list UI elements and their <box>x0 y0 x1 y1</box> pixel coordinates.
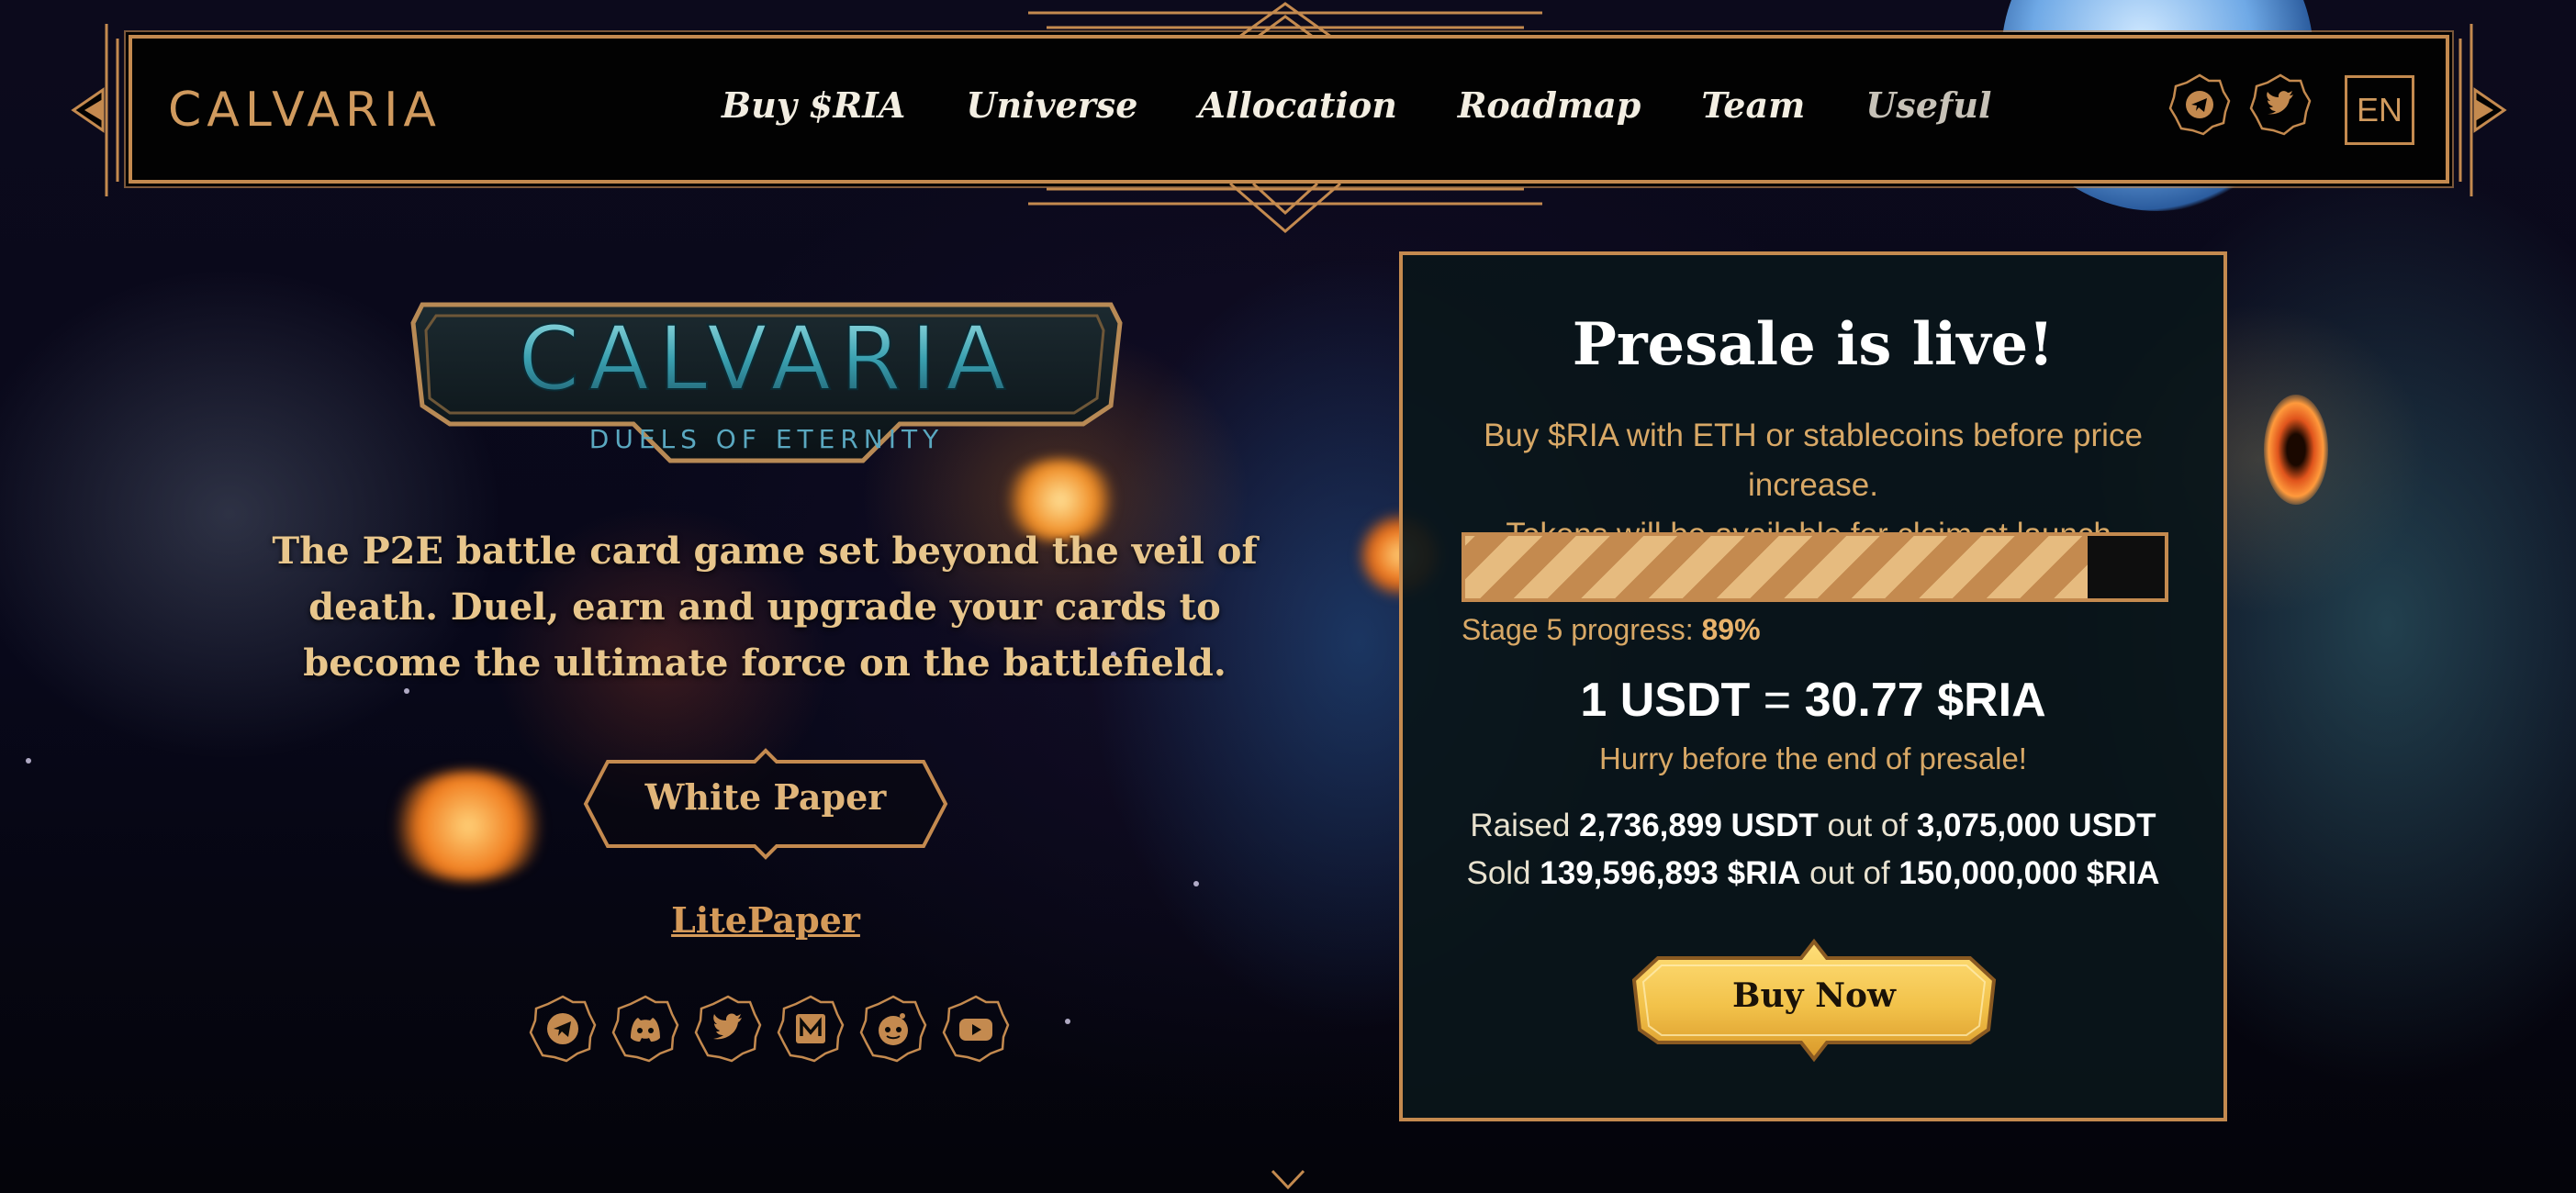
raised-value: 2,736,899 USDT <box>1579 808 1819 843</box>
exchange-rate: 1 USDT = 30.77 $RIA <box>1403 673 2223 728</box>
twitter-icon[interactable] <box>693 994 763 1064</box>
main-menu: Buy $RIA Universe Allocation Roadmap Tea… <box>722 84 2052 126</box>
nav-link-useful[interactable]: Useful <box>1865 84 1991 126</box>
game-logo-title: CALVARIA <box>518 307 1015 410</box>
nav-link-allocation[interactable]: Allocation <box>1198 84 1396 126</box>
spark-decoration <box>26 758 31 764</box>
game-logo-subtitle: DUELS OF ETERNITY <box>589 424 944 454</box>
raised-line: Raised 2,736,899 USDT out of 3,075,000 U… <box>1403 802 2223 850</box>
nav-ornament-bottom <box>1028 182 1542 233</box>
stage-progress: Stage 5 progress: 89% <box>1462 613 1761 647</box>
sold-out-of: out of <box>1809 855 1890 891</box>
nav-link-universe[interactable]: Universe <box>966 84 1137 126</box>
presale-progress-fill <box>1465 536 2089 598</box>
spark-decoration <box>1193 881 1199 886</box>
telegram-icon[interactable] <box>528 994 598 1064</box>
sold-total: 150,000,000 $RIA <box>1898 855 2160 891</box>
stage-progress-label: Stage 5 progress: <box>1462 613 1694 646</box>
dragon-eye-decoration <box>2264 395 2328 505</box>
sold-label: Sold <box>1466 855 1531 891</box>
spark-decoration <box>1065 1019 1070 1024</box>
telegram-icon[interactable] <box>2168 73 2231 136</box>
presale-title: Presale is live! <box>1572 310 2055 379</box>
language-selector[interactable]: EN <box>2345 75 2414 145</box>
nav-link-roadmap[interactable]: Roadmap <box>1458 84 1641 126</box>
presale-subtitle-line1: Buy $RIA with ETH or stablecoins before … <box>1484 418 2143 503</box>
rate-equals: = <box>1763 674 1792 727</box>
nav-link-team[interactable]: Team <box>1701 84 1805 126</box>
buy-now-button[interactable] <box>1630 934 1998 1065</box>
sold-value: 139,596,893 $RIA <box>1540 855 1801 891</box>
nav-ornament-right <box>2458 24 2507 196</box>
scroll-down-icon[interactable] <box>1269 1167 1307 1193</box>
presale-stats: Raised 2,736,899 USDT out of 3,075,000 U… <box>1403 802 2223 898</box>
raised-label: Raised <box>1470 808 1571 843</box>
game-logo: CALVARIA DUELS OF ETERNITY <box>410 302 1123 463</box>
nav-link-buy-ria[interactable]: Buy $RIA <box>722 84 905 126</box>
rate-right: 30.77 $RIA <box>1804 674 2046 727</box>
white-paper-button[interactable] <box>580 743 951 864</box>
hero-tagline: The P2E battle card game set beyond the … <box>272 530 1258 685</box>
discord-icon[interactable] <box>610 994 680 1064</box>
medium-icon[interactable] <box>776 994 846 1064</box>
nav-ornament-top <box>1028 2 1542 39</box>
reddit-icon[interactable] <box>858 994 928 1064</box>
twitter-icon[interactable] <box>2249 73 2312 136</box>
social-links <box>528 994 1011 1064</box>
nav-ornament-left <box>71 24 119 196</box>
litepaper-link[interactable]: LitePaper <box>643 899 889 941</box>
presale-card: Presale is live! Buy $RIA with ETH or st… <box>1399 251 2227 1121</box>
raised-total: 3,075,000 USDT <box>1916 808 2156 843</box>
stage-progress-value: 89% <box>1701 613 1761 646</box>
fire-decoration <box>386 771 551 881</box>
hurry-notice: Hurry before the end of presale! <box>1599 741 2027 775</box>
nav-logo[interactable]: CALVARIA <box>168 83 442 138</box>
presale-progress-bar <box>1462 532 2168 602</box>
rate-left: 1 USDT <box>1580 674 1751 727</box>
raised-out-of: out of <box>1827 808 1909 843</box>
sold-line: Sold 139,596,893 $RIA out of 150,000,000… <box>1403 850 2223 898</box>
youtube-icon[interactable] <box>941 994 1011 1064</box>
